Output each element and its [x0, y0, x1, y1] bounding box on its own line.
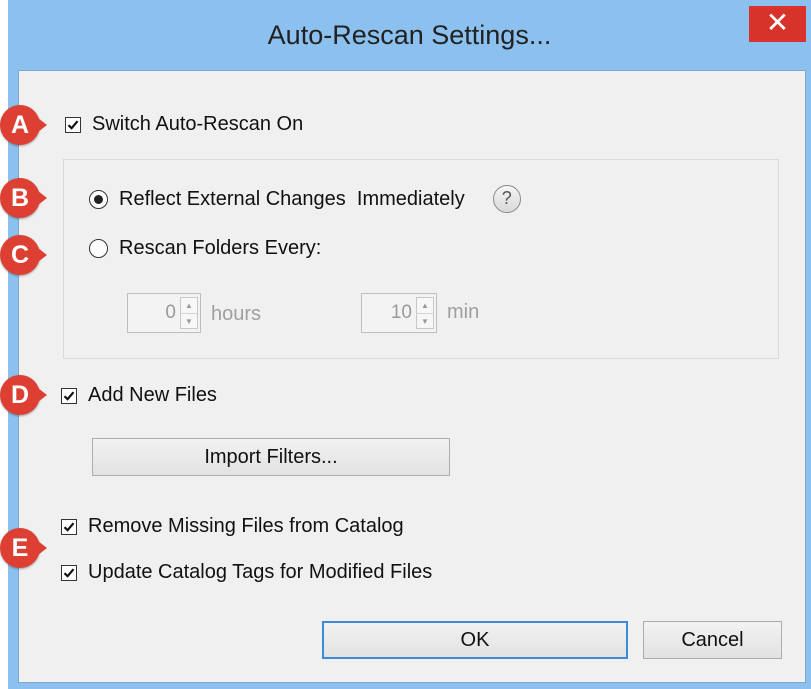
auto-rescan-label: Switch Auto-Rescan On	[92, 113, 304, 135]
minutes-stepper[interactable]: 10 ▲ ▼	[361, 293, 437, 333]
stepper-up-icon[interactable]: ▲	[181, 298, 197, 314]
reflect-immediately-option[interactable]: Reflect External Changes Immediately ?	[89, 185, 521, 213]
callout-badge-d: D	[0, 375, 47, 415]
stepper-down-icon[interactable]: ▼	[417, 314, 433, 329]
ok-button[interactable]: OK	[322, 621, 628, 659]
stepper-up-icon[interactable]: ▲	[417, 298, 433, 314]
minutes-value[interactable]: 10	[391, 302, 412, 324]
hours-unit-label: hours	[211, 303, 262, 325]
close-button[interactable]: ✕	[749, 6, 806, 42]
dialog-window: Auto-Rescan Settings... ✕ Switch Auto-Re…	[8, 0, 811, 689]
add-new-files-label: Add New Files	[88, 384, 217, 406]
dialog-body: Switch Auto-Rescan On Reflect External C…	[18, 70, 806, 683]
callout-badge-e: E	[0, 528, 47, 568]
callout-badge-a: A	[0, 105, 47, 145]
cancel-button[interactable]: Cancel	[643, 621, 782, 659]
callout-badge-b: B	[0, 178, 47, 218]
add-new-files-option[interactable]: Add New Files	[61, 384, 217, 407]
check-icon	[63, 567, 75, 578]
reflect-immediately-label: Reflect External Changes Immediately	[119, 187, 465, 210]
minutes-unit-label: min	[447, 301, 480, 323]
dialog-title: Auto-Rescan Settings...	[267, 20, 552, 50]
remove-missing-option[interactable]: Remove Missing Files from Catalog	[61, 515, 404, 538]
check-icon	[63, 521, 75, 532]
add-new-files-checkbox[interactable]	[61, 387, 77, 404]
check-icon	[67, 119, 79, 130]
rescan-interval-radio[interactable]	[89, 239, 108, 258]
remove-missing-label: Remove Missing Files from Catalog	[88, 515, 404, 537]
hours-stepper[interactable]: 0 ▲ ▼	[127, 293, 201, 333]
import-filters-button[interactable]: Import Filters...	[92, 438, 450, 476]
update-tags-label: Update Catalog Tags for Modified Files	[88, 561, 433, 583]
rescan-interval-label: Rescan Folders Every:	[119, 237, 322, 259]
update-tags-checkbox[interactable]	[61, 564, 77, 581]
hours-value[interactable]: 0	[165, 302, 176, 324]
stepper-down-icon[interactable]: ▼	[181, 314, 197, 329]
close-icon: ✕	[765, 7, 790, 38]
callout-badge-c: C	[0, 235, 47, 275]
check-icon	[63, 390, 75, 401]
reflect-immediately-radio[interactable]	[89, 189, 108, 209]
title-bar[interactable]: Auto-Rescan Settings... ✕	[8, 0, 811, 70]
auto-rescan-checkbox[interactable]	[65, 116, 81, 133]
update-tags-option[interactable]: Update Catalog Tags for Modified Files	[61, 561, 432, 584]
hours-stepper-arrows: ▲ ▼	[180, 297, 198, 329]
minutes-stepper-arrows: ▲ ▼	[416, 297, 434, 329]
rescan-interval-option[interactable]: Rescan Folders Every:	[89, 237, 321, 260]
radio-selected-dot	[94, 194, 103, 204]
auto-rescan-option[interactable]: Switch Auto-Rescan On	[65, 113, 303, 136]
help-icon[interactable]: ?	[492, 185, 521, 213]
remove-missing-checkbox[interactable]	[61, 518, 77, 535]
